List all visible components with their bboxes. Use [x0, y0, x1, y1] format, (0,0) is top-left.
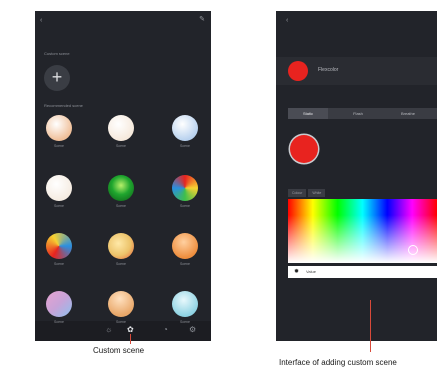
tab-breathe[interactable]: Breathe: [388, 108, 428, 119]
add-scene-button[interactable]: +: [44, 65, 70, 91]
brightness-icon[interactable]: ☼: [105, 325, 112, 335]
selected-color-circle[interactable]: [290, 135, 318, 163]
color-mode-tabs: Colour White: [288, 181, 326, 197]
scene-item[interactable]: Scene: [107, 175, 135, 209]
scene-item[interactable]: Scene: [107, 233, 135, 267]
scene-label: Scene: [180, 144, 190, 148]
scene-label: Scene: [116, 320, 126, 324]
color-picker-thumb[interactable]: [408, 245, 418, 255]
scene-item[interactable]: Scene: [171, 115, 199, 149]
recommended-scene-section-label: Recommended scene: [44, 103, 83, 108]
scene-item[interactable]: Scene: [45, 291, 73, 325]
scene-color-ball: [46, 291, 72, 317]
back-icon[interactable]: ‹: [40, 17, 42, 25]
scene-color-ball: [172, 233, 198, 259]
tab-colour[interactable]: Colour: [288, 189, 307, 197]
mode-tabs: Static Flash Breathe: [288, 108, 437, 119]
scene-item[interactable]: Scene: [171, 175, 199, 209]
scene-item[interactable]: Scene: [45, 233, 73, 267]
color-picker[interactable]: [288, 199, 437, 263]
scene-name-row: Flexcolor: [276, 57, 437, 85]
scene-item[interactable]: Scene: [45, 175, 73, 209]
add-custom-scene-screen: ‹ Flexcolor Static Flash Breathe Colour W…: [276, 11, 437, 341]
scene-item[interactable]: Scene: [107, 115, 135, 149]
back-icon[interactable]: ‹: [286, 17, 288, 25]
scene-color-ball: [172, 115, 198, 141]
brightness-icon: ✹: [294, 269, 300, 275]
scene-color-ball: [172, 291, 198, 317]
scene-color-ball: [108, 115, 134, 141]
scene-label: Scene: [54, 204, 64, 208]
tab-white[interactable]: White: [308, 189, 326, 197]
scene-label: Scene: [54, 262, 64, 266]
scene-color-ball: [172, 175, 198, 201]
scene-color-ball: [46, 115, 72, 141]
custom-scene-screen: ‹ ✎ Custom scene + Recommended scene ☼ ✿…: [35, 11, 211, 341]
scene-color-ball: [108, 175, 134, 201]
scene-item[interactable]: Scene: [107, 291, 135, 325]
edit-icon[interactable]: ✎: [199, 16, 205, 24]
tab-flash[interactable]: Flash: [338, 108, 378, 119]
scene-color-ball: [46, 175, 72, 201]
scene-color-swatch[interactable]: [288, 61, 308, 81]
value-row: ✹ Value: [288, 266, 437, 278]
scene-label: Scene: [116, 204, 126, 208]
value-label: Value: [306, 269, 316, 274]
timer-icon[interactable]: ◔: [163, 325, 168, 335]
settings-icon[interactable]: ⚙: [189, 325, 196, 335]
scene-color-ball: [108, 233, 134, 259]
scene-label: Scene: [180, 204, 190, 208]
custom-scene-section-label: Custom scene: [44, 51, 70, 56]
scene-label: Scene: [116, 262, 126, 266]
scene-color-ball: [108, 291, 134, 317]
scene-label: Scene: [180, 320, 190, 324]
scene-label: Scene: [180, 262, 190, 266]
scene-label: Scene: [116, 144, 126, 148]
scene-color-ball: [46, 233, 72, 259]
right-caption: Interface of adding custom scene: [279, 358, 397, 367]
scene-item[interactable]: Scene: [45, 115, 73, 149]
scene-label: Scene: [54, 320, 64, 324]
scene-item[interactable]: Scene: [171, 291, 199, 325]
left-caption: Custom scene: [93, 346, 145, 355]
left-pointer-line: [130, 334, 131, 344]
scene-label: Scene: [54, 144, 64, 148]
scene-item[interactable]: Scene: [171, 233, 199, 267]
right-pointer-line: [370, 300, 371, 352]
scene-name-input[interactable]: Flexcolor: [318, 66, 338, 74]
tab-static[interactable]: Static: [288, 108, 328, 119]
